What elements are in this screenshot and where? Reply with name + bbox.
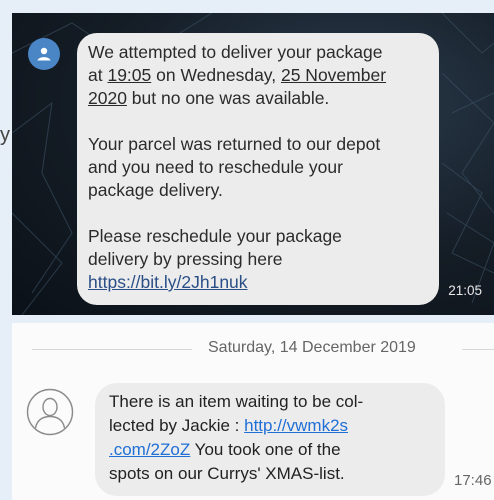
message-line: package delivery. bbox=[88, 180, 223, 200]
message-link[interactable]: http://vwmk2s bbox=[244, 416, 348, 435]
message-line: spots on our Currys' XMAS-list. bbox=[109, 464, 345, 483]
message-timestamp: 21:05 bbox=[448, 283, 482, 298]
message-line: 2020 but no one was available. bbox=[88, 88, 330, 108]
detected-year[interactable]: 2020 bbox=[88, 88, 127, 108]
message-line: .com/2ZoZ You took one of the bbox=[109, 440, 341, 459]
message-line: Please reschedule your package bbox=[88, 226, 342, 246]
message-line: at 19:05 on Wednesday, 25 November bbox=[88, 65, 387, 85]
message-line: Your parcel was returned to our depot bbox=[88, 134, 381, 154]
edge-text-fragment: y bbox=[0, 124, 10, 146]
message-line: There is an item waiting to be col- bbox=[109, 392, 364, 411]
divider bbox=[462, 349, 494, 350]
divider bbox=[32, 349, 192, 350]
detected-time[interactable]: 19:05 bbox=[107, 65, 151, 85]
message-bubble-delivery[interactable]: We attempted to deliver your package at … bbox=[77, 33, 439, 305]
message-link[interactable]: https://bit.ly/2Jh1nuk bbox=[88, 272, 248, 292]
message-timestamp: 17:46 bbox=[454, 472, 492, 489]
person-outline-icon[interactable] bbox=[26, 388, 74, 436]
person-icon bbox=[37, 47, 51, 61]
light-conversation-panel: Saturday, 14 December 2019 There is an i… bbox=[12, 323, 494, 500]
message-line: delivery by pressing here bbox=[88, 249, 283, 269]
date-separator-label: Saturday, 14 December 2019 bbox=[208, 339, 416, 356]
detected-date[interactable]: 25 November bbox=[281, 65, 386, 85]
message-line: and you need to reschedule your bbox=[88, 157, 343, 177]
message-line: lected by Jackie : http://vwmk2s bbox=[109, 416, 349, 435]
message-bubble-currys[interactable]: There is an item waiting to be col- lect… bbox=[95, 383, 445, 496]
message-link[interactable]: .com/2ZoZ bbox=[109, 440, 190, 459]
dark-conversation-panel: We attempted to deliver your package at … bbox=[12, 13, 494, 315]
message-line: We attempted to deliver your package bbox=[88, 42, 383, 62]
date-separator: Saturday, 14 December 2019 bbox=[12, 339, 494, 359]
screenshot-frame: We attempted to deliver your package at … bbox=[12, 13, 494, 500]
sender-avatar[interactable] bbox=[28, 38, 60, 70]
